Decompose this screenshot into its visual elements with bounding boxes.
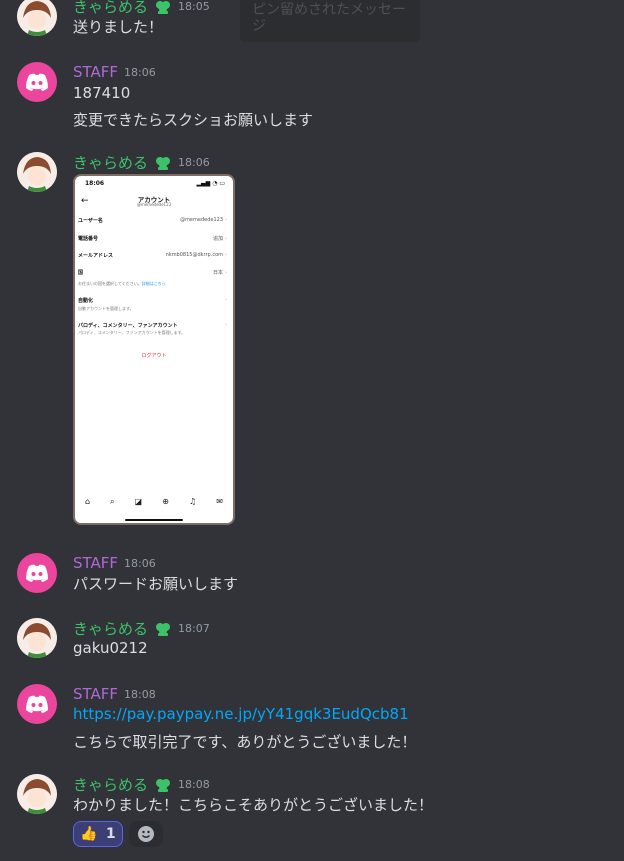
username[interactable]: きゃらめる bbox=[73, 0, 148, 17]
timestamp: 18:06 bbox=[178, 155, 210, 169]
message-text: 変更できたらスクショお願いします bbox=[73, 111, 314, 129]
add-reaction-button[interactable] bbox=[129, 821, 163, 847]
grok-icon: ◪ bbox=[134, 497, 143, 506]
communities-icon: ⊕ bbox=[162, 497, 169, 506]
setting-row: 自動化 › bbox=[78, 297, 227, 304]
message-text: 送りました！ bbox=[73, 18, 164, 36]
screen-handle: @memedede123 bbox=[136, 202, 172, 207]
timestamp: 18:08 bbox=[178, 777, 210, 791]
timestamp: 18:08 bbox=[124, 687, 156, 701]
home-indicator bbox=[125, 519, 183, 521]
reaction-thumbs-up[interactable]: 👍 1 bbox=[73, 821, 123, 847]
payment-link[interactable]: https://pay.paypay.ne.jp/yY41gqk3EudQcb8… bbox=[73, 705, 409, 723]
setting-row: パロディ、コメンタリー、ファンアカウント › bbox=[78, 322, 227, 329]
discord-logo-icon bbox=[26, 695, 48, 713]
message-text: わかりました！こちらこそありがとうございました！ bbox=[73, 796, 434, 814]
reaction-count: 1 bbox=[105, 826, 116, 842]
message-text: gaku0212 bbox=[73, 639, 148, 657]
avatar[interactable] bbox=[17, 553, 57, 593]
avatar[interactable] bbox=[17, 774, 57, 814]
phone-status-time: 18:06 bbox=[85, 180, 105, 187]
setting-desc: 自動アカウントを管理します。 bbox=[78, 306, 134, 311]
logout-link: ログアウト bbox=[141, 353, 167, 359]
message-chara-1: きゃらめる 18:05 送りました！ bbox=[0, 0, 624, 52]
thumbs-up-icon: 👍 bbox=[80, 826, 98, 842]
phone-status-icons: ▂▄▆ ◔ ▭ bbox=[196, 180, 225, 187]
avatar[interactable] bbox=[17, 62, 57, 102]
phone-tab-bar: ⌂ ⌕ ◪ ⊕ ♫ ✉ bbox=[75, 497, 233, 507]
add-reaction-icon bbox=[138, 826, 154, 842]
username[interactable]: STAFF bbox=[73, 685, 118, 703]
message-staff-3: STAFF 18:08 https://pay.paypay.ne.jp/yY4… bbox=[0, 684, 624, 754]
username[interactable]: きゃらめる bbox=[73, 774, 148, 795]
timestamp: 18:05 bbox=[178, 0, 210, 13]
country-note: お住まいの国を選択してください。詳細はこちら bbox=[78, 281, 166, 286]
username[interactable]: STAFF bbox=[73, 554, 118, 572]
discord-logo-icon bbox=[26, 73, 48, 91]
username[interactable]: STAFF bbox=[73, 63, 118, 81]
avatar[interactable] bbox=[17, 618, 57, 658]
message-text: こちらで取引完了です、ありがとうございました！ bbox=[73, 733, 417, 751]
timestamp: 18:06 bbox=[124, 556, 156, 570]
discord-logo-icon bbox=[26, 564, 48, 582]
setting-row: 電話番号 追加 › bbox=[78, 236, 227, 242]
mail-icon: ✉ bbox=[216, 497, 223, 506]
clover-badge-icon bbox=[156, 157, 171, 170]
message-staff-1: STAFF 18:06 187410 変更できたらスクショお願いします bbox=[0, 62, 624, 132]
setting-row: メールアドレス nkmb0815@dkrrp.com › bbox=[78, 252, 227, 259]
message-chara-3: きゃらめる 18:07 gaku0212 bbox=[0, 618, 624, 668]
timestamp: 18:07 bbox=[178, 621, 210, 635]
clover-badge-icon bbox=[156, 779, 171, 792]
username[interactable]: きゃらめる bbox=[73, 152, 148, 173]
avatar[interactable] bbox=[17, 0, 57, 36]
clover-badge-icon bbox=[156, 623, 171, 636]
bell-icon: ♫ bbox=[189, 497, 197, 506]
avatar[interactable] bbox=[17, 684, 57, 724]
timestamp: 18:06 bbox=[124, 65, 156, 79]
setting-row: ユーザー名 @memedede123 › bbox=[78, 217, 227, 224]
message-text: パスワードお願いします bbox=[73, 575, 239, 593]
screenshot-attachment[interactable]: 18:06 ▂▄▆ ◔ ▭ ← アカウント @memedede123 ユーザー名… bbox=[73, 174, 235, 525]
home-icon: ⌂ bbox=[85, 497, 91, 506]
clover-badge-icon bbox=[156, 1, 171, 14]
avatar[interactable] bbox=[17, 152, 57, 192]
username[interactable]: きゃらめる bbox=[73, 618, 148, 639]
setting-desc: パロディ、コメンタリー、ファンアカウントを管理します。 bbox=[78, 330, 186, 335]
setting-row: 国日本 › bbox=[78, 270, 227, 276]
message-text: 187410 bbox=[73, 84, 131, 102]
search-icon: ⌕ bbox=[110, 497, 115, 506]
message-staff-2: STAFF 18:06 パスワードお願いします bbox=[0, 553, 624, 603]
